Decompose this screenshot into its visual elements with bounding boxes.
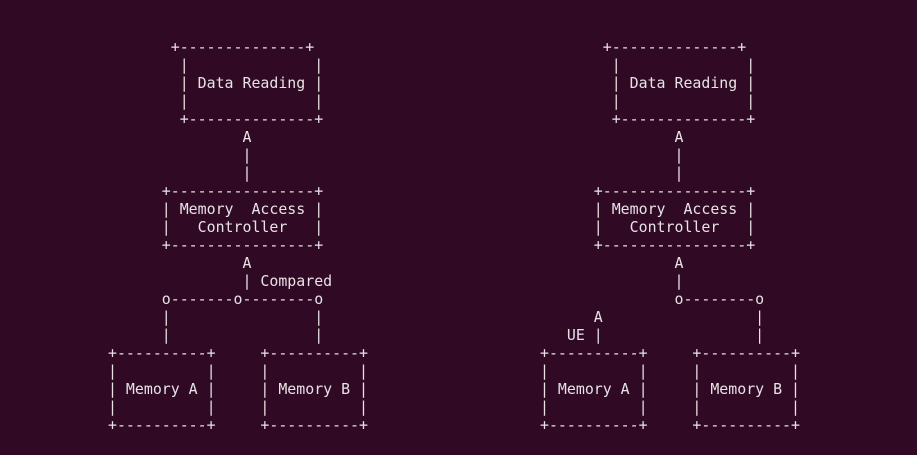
ascii-diagram-left: +--------------+ | | | Data Reading | | … — [108, 38, 368, 434]
ascii-diagram-right: +--------------+ | | | Data Reading | | … — [540, 38, 800, 434]
terminal-window: +--------------+ | | | Data Reading | | … — [0, 0, 917, 455]
